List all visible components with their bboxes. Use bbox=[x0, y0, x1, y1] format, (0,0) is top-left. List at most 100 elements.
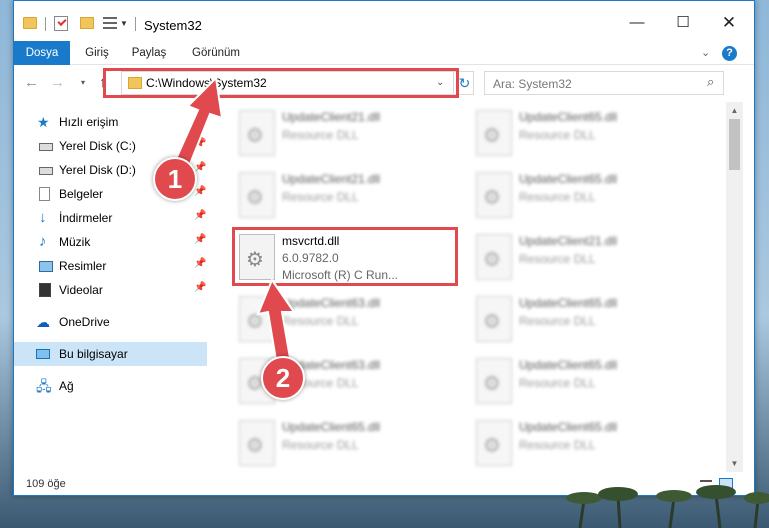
dll-file-icon bbox=[476, 110, 512, 156]
sidebar-item-network[interactable]: 🖧 Ağ bbox=[14, 374, 207, 398]
network-icon: 🖧 bbox=[36, 378, 52, 394]
file-type: Resource DLL bbox=[519, 252, 596, 266]
drive-icon bbox=[39, 167, 53, 175]
file-item[interactable]: UpdateClient21.dll Resource DLL bbox=[219, 102, 449, 164]
sidebar-item-downloads[interactable]: ↓ İndirmeler 📌 bbox=[14, 206, 207, 230]
cloud-icon: ☁ bbox=[36, 314, 50, 330]
sidebar-item-local-disk-c[interactable]: Yerel Disk (C:) 📌 bbox=[14, 134, 207, 158]
dll-file-icon bbox=[476, 296, 512, 342]
expand-ribbon-icon[interactable]: ⌄ bbox=[701, 46, 710, 59]
pin-icon: 📌 bbox=[194, 258, 207, 269]
pictures-icon bbox=[39, 261, 53, 272]
file-item[interactable]: UpdateClient65.dll Resource DLL bbox=[219, 412, 449, 472]
dll-file-icon bbox=[239, 420, 275, 466]
step-marker-2: 2 bbox=[261, 356, 305, 400]
drive-icon bbox=[39, 143, 53, 151]
file-item[interactable]: UpdateClient65.dll Resource DLL bbox=[456, 350, 686, 412]
file-item[interactable]: UpdateClient63.dll Resource DLL bbox=[219, 350, 449, 412]
file-item[interactable]: UpdateClient65.dll Resource DLL bbox=[456, 288, 686, 350]
folder-icon bbox=[23, 17, 37, 29]
title-bar: ▼ System32 — ☐ ✕ bbox=[14, 1, 754, 41]
window-title: System32 bbox=[144, 18, 202, 33]
sidebar-item-onedrive[interactable]: ☁ OneDrive bbox=[14, 310, 207, 334]
pin-icon: 📌 bbox=[194, 210, 207, 221]
dll-file-icon bbox=[476, 420, 512, 466]
file-name: UpdateClient21.dll bbox=[282, 172, 381, 186]
pin-icon: 📌 bbox=[194, 282, 207, 293]
file-item[interactable]: UpdateClient65.dll Resource DLL bbox=[456, 164, 686, 226]
item-count: 109 öğe bbox=[26, 478, 66, 490]
search-placeholder: Ara: System32 bbox=[493, 77, 572, 91]
new-folder-icon[interactable] bbox=[80, 17, 94, 29]
pin-icon: 📌 bbox=[194, 234, 207, 245]
palm-trees-decoration bbox=[566, 485, 769, 528]
properties-icon[interactable] bbox=[54, 16, 68, 31]
star-icon: ★ bbox=[37, 114, 50, 130]
file-item[interactable]: UpdateClient63.dll Resource DLL bbox=[219, 288, 449, 350]
recent-locations-button[interactable]: ▾ bbox=[81, 78, 85, 87]
file-type: Resource DLL bbox=[282, 128, 359, 142]
file-type: Resource DLL bbox=[282, 190, 359, 204]
sidebar-item-pictures[interactable]: Resimler 📌 bbox=[14, 254, 207, 278]
file-name: UpdateClient65.dll bbox=[519, 296, 618, 310]
scrollbar-thumb[interactable] bbox=[729, 119, 740, 170]
pin-icon: 📌 bbox=[194, 186, 207, 197]
customize-quick-access-icon[interactable]: ▼ bbox=[120, 19, 128, 28]
dll-file-icon bbox=[239, 296, 275, 342]
forward-button[interactable]: → bbox=[50, 74, 65, 91]
file-name: UpdateClient65.dll bbox=[519, 110, 618, 124]
computer-icon bbox=[36, 349, 50, 359]
tab-file[interactable]: Dosya bbox=[14, 41, 70, 65]
sidebar-item-quick-access[interactable]: ★ Hızlı erişim bbox=[14, 110, 207, 134]
sidebar-item-label: Ağ bbox=[59, 379, 74, 393]
sidebar-item-label: Videolar bbox=[59, 283, 103, 297]
file-name: UpdateClient65.dll bbox=[519, 358, 618, 372]
file-type: Resource DLL bbox=[519, 438, 596, 452]
divider bbox=[45, 17, 46, 31]
file-type: Resource DLL bbox=[519, 128, 596, 142]
sidebar-item-this-pc[interactable]: Bu bilgisayar bbox=[14, 342, 207, 366]
file-type: Resource DLL bbox=[519, 376, 596, 390]
tab-share[interactable]: Paylaş bbox=[131, 41, 167, 65]
file-type: Resource DLL bbox=[282, 314, 359, 328]
dll-file-icon bbox=[476, 358, 512, 404]
back-button[interactable]: ← bbox=[24, 74, 39, 91]
search-icon[interactable]: ⌕ bbox=[707, 74, 714, 90]
sidebar-item-label: Bu bilgisayar bbox=[59, 347, 128, 361]
dll-file-icon bbox=[239, 172, 275, 218]
search-input[interactable]: Ara: System32 ⌕ bbox=[484, 71, 724, 95]
sidebar-item-label: Hızlı erişim bbox=[59, 115, 119, 129]
pin-icon: 📌 bbox=[194, 138, 207, 149]
file-name: UpdateClient65.dll bbox=[519, 172, 618, 186]
file-type: Resource DLL bbox=[519, 190, 596, 204]
music-icon: ♪ bbox=[39, 233, 47, 250]
sidebar-item-label: Müzik bbox=[59, 235, 91, 249]
ribbon-tabs: Dosya Giriş Paylaş Görünüm ⌄ ? bbox=[14, 41, 754, 65]
file-item[interactable]: UpdateClient65.dll Resource DLL bbox=[456, 412, 686, 472]
file-name: UpdateClient63.dll bbox=[282, 296, 381, 310]
tab-home[interactable]: Giriş bbox=[82, 41, 112, 65]
dll-file-icon bbox=[476, 172, 512, 218]
file-type: Resource DLL bbox=[519, 314, 596, 328]
help-icon[interactable]: ? bbox=[722, 46, 737, 61]
minimize-button[interactable]: — bbox=[614, 9, 660, 37]
tab-view[interactable]: Görünüm bbox=[186, 41, 246, 65]
file-item[interactable]: UpdateClient21.dll Resource DLL bbox=[219, 164, 449, 226]
file-name: UpdateClient21.dll bbox=[519, 234, 618, 248]
vertical-scrollbar[interactable]: ▲ ▼ bbox=[726, 102, 743, 472]
dll-file-icon bbox=[239, 110, 275, 156]
maximize-button[interactable]: ☐ bbox=[660, 9, 706, 37]
sidebar-item-label: Resimler bbox=[59, 259, 107, 273]
file-type: Resource DLL bbox=[282, 438, 359, 452]
documents-icon bbox=[39, 187, 50, 201]
close-button[interactable]: ✕ bbox=[706, 9, 752, 37]
sidebar-item-videos[interactable]: Videolar 📌 bbox=[14, 278, 207, 302]
file-item[interactable]: UpdateClient21.dll Resource DLL bbox=[456, 226, 686, 288]
videos-icon bbox=[39, 283, 51, 297]
divider bbox=[135, 17, 136, 31]
sidebar-item-music[interactable]: ♪ Müzik 📌 bbox=[14, 230, 207, 254]
scroll-up-icon[interactable]: ▲ bbox=[726, 102, 743, 119]
file-item[interactable]: UpdateClient65.dll Resource DLL bbox=[456, 102, 686, 164]
file-highlight bbox=[232, 227, 458, 286]
list-view-icon[interactable] bbox=[103, 17, 117, 29]
